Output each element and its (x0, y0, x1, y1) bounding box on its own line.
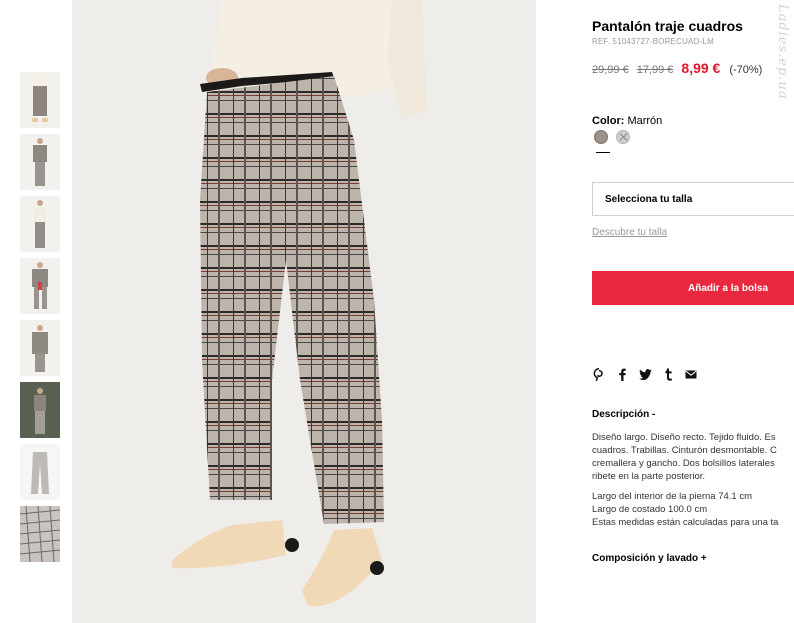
thumbnail-6[interactable] (20, 382, 60, 438)
size-select[interactable]: Selecciona tu talla (592, 182, 794, 216)
thumbnail-list (20, 72, 60, 568)
thumbnail-1[interactable] (20, 72, 60, 128)
thumbnail-7[interactable] (20, 444, 60, 500)
pinterest-icon[interactable] (592, 367, 606, 381)
previous-price: 17,99 € (636, 64, 674, 76)
description-line: ribete en la parte posterior. (592, 471, 706, 482)
discount-badge: (-70%) (729, 64, 763, 76)
add-to-bag-label: Añadir a la bolsa (687, 282, 769, 294)
thumbnail-3[interactable] (20, 196, 60, 252)
product-reference: REF. 51043727-BORECUAD-LM (592, 37, 714, 46)
description-line: cremallera y gancho. Dos bolsillos later… (592, 458, 775, 469)
thumbnail-5[interactable] (20, 320, 60, 376)
measurement-line: Largo de costado 100.0 cm (592, 504, 708, 515)
email-icon[interactable] (684, 367, 698, 381)
price-row: 29,99 € 17,99 € 8,99 € (-70%) (592, 60, 762, 76)
thumbnail-4[interactable] (20, 258, 60, 314)
facebook-icon[interactable] (615, 367, 629, 381)
color-label: Color: Marrón (592, 115, 662, 127)
color-swatches (594, 130, 630, 144)
measurement-line: Largo del interior de la pierna 74.1 cm (592, 491, 753, 502)
main-product-image[interactable] (72, 0, 536, 623)
thumbnail-8[interactable] (20, 506, 60, 562)
add-to-bag-button[interactable]: Añadir a la bolsa (592, 271, 794, 305)
brown-swatch[interactable] (594, 130, 608, 144)
grey-swatch[interactable] (616, 130, 630, 144)
current-price: 8,99 € (681, 60, 721, 76)
share-icons (592, 367, 698, 381)
composition-heading[interactable]: Composición y lavado + (592, 553, 707, 564)
color-value: Marrón (627, 115, 663, 127)
size-guide-link[interactable]: Descubre tu talla (592, 227, 667, 238)
description-line: Diseño largo. Diseño recto. Tejido fluid… (592, 432, 776, 443)
tumblr-icon[interactable] (661, 367, 675, 381)
description-text: Diseño largo. Diseño recto. Tejido fluid… (592, 431, 794, 483)
twitter-icon[interactable] (638, 367, 652, 381)
color-label-title: Color: (592, 115, 625, 127)
description-heading[interactable]: Descripción - (592, 409, 655, 420)
measurement-line: Estas medidas están calculadas para una … (592, 517, 779, 528)
selected-swatch-indicator (596, 152, 610, 153)
description-line: cuadros. Trabillas. Cinturón desmontable… (592, 445, 777, 456)
watermark: Ladies.ep.ua (775, 4, 790, 100)
measurements-text: Largo del interior de la pierna 74.1 cm … (592, 490, 794, 529)
thumbnail-2[interactable] (20, 134, 60, 190)
product-title: Pantalón traje cuadros (592, 18, 743, 34)
original-price: 29,99 € (592, 64, 629, 76)
